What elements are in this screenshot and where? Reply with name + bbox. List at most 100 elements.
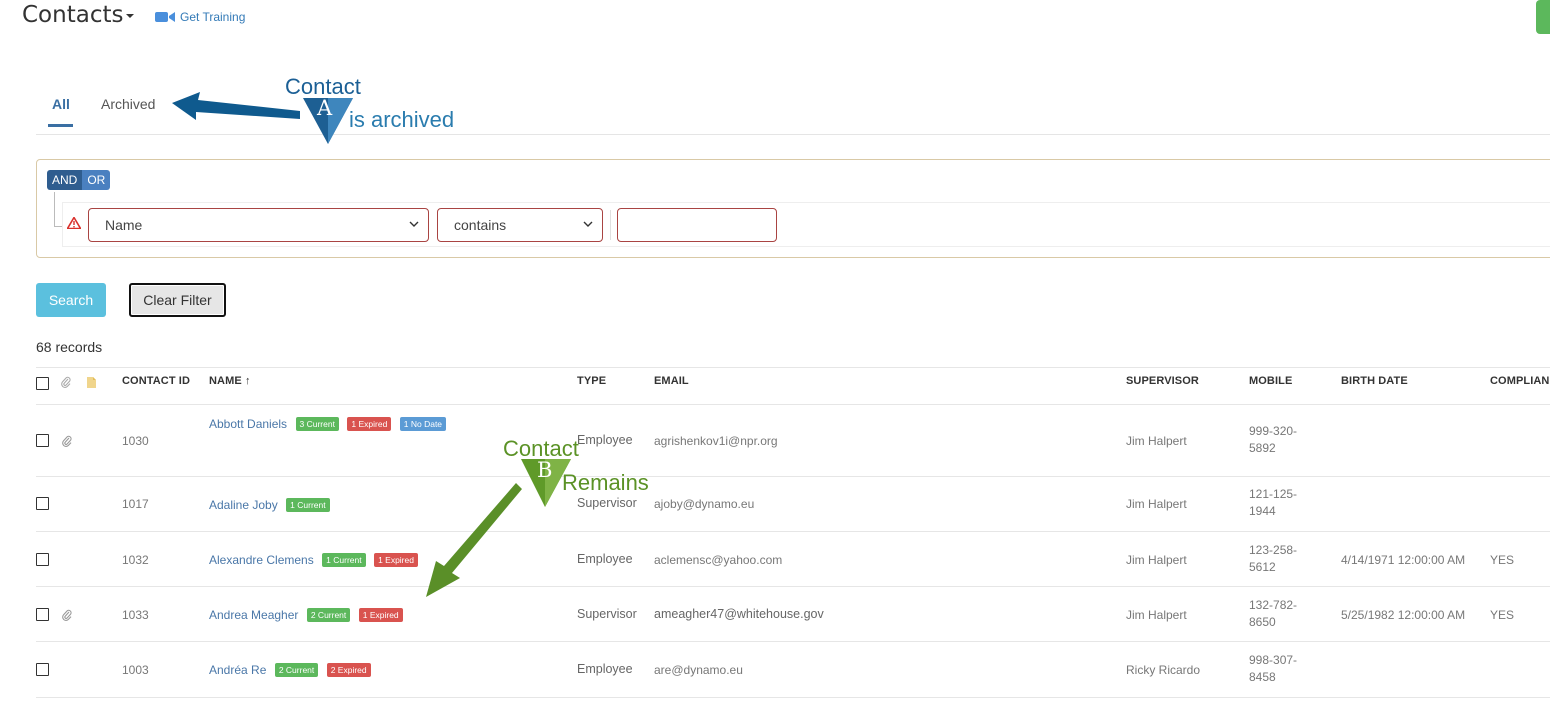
logic-or-button[interactable]: OR xyxy=(82,170,111,190)
badge-no-date: 1 No Date xyxy=(399,417,447,431)
column-header-email[interactable]: EMAIL xyxy=(654,375,689,387)
tab-archived[interactable]: Archived xyxy=(101,96,155,112)
contact-type: Employee xyxy=(577,552,633,566)
mobile-line: 123-258- xyxy=(1249,543,1298,557)
annotation-a-line2: is archived xyxy=(349,107,455,132)
contact-supervisor: Jim Halpert xyxy=(1126,497,1187,511)
badge-current: 3 Current xyxy=(295,417,339,431)
contact-email: aclemensc@yahoo.com xyxy=(654,553,783,567)
filter-value-input[interactable] xyxy=(617,208,777,242)
row-checkbox[interactable] xyxy=(36,608,49,621)
filter-operator-select[interactable]: contains xyxy=(437,208,603,242)
mobile-line: 999-320- xyxy=(1249,424,1298,438)
filter-field-select[interactable]: Name xyxy=(88,208,429,242)
contact-birth-date: 4/14/1971 12:00:00 AM xyxy=(1341,553,1466,567)
row-checkbox[interactable] xyxy=(36,663,49,676)
row-checkbox[interactable] xyxy=(36,553,49,566)
mobile-line: 998-307- xyxy=(1249,653,1298,667)
table-header-border xyxy=(36,404,1550,405)
contact-type: Employee xyxy=(577,433,633,447)
filter-field-value: Name xyxy=(105,217,143,233)
column-header-birth-date[interactable]: BIRTH DATE xyxy=(1341,375,1408,387)
contact-name-cell: Adaline Joby 1 Current xyxy=(209,496,330,514)
row-border xyxy=(36,476,1550,477)
mobile-line: 8458 xyxy=(1249,670,1276,684)
contact-mobile: 121-125- 1944 xyxy=(1249,486,1297,520)
paperclip-icon xyxy=(61,375,71,393)
row-border xyxy=(36,531,1550,532)
contact-name-link[interactable]: Adaline Joby xyxy=(209,498,278,512)
annotation-b-arrow xyxy=(426,483,522,597)
chevron-down-icon xyxy=(409,221,419,227)
contact-compliant: YES xyxy=(1490,608,1515,622)
contact-supervisor: Jim Halpert xyxy=(1126,608,1187,622)
row-checkbox[interactable] xyxy=(36,497,49,510)
contact-email: ameagher47@whitehouse.gov xyxy=(654,607,824,621)
column-header-supervisor[interactable]: SUPERVISOR xyxy=(1126,375,1199,387)
badge-current: 2 Current xyxy=(306,608,351,622)
paperclip-icon[interactable] xyxy=(62,434,72,452)
action-button-edge[interactable] xyxy=(1536,0,1550,34)
contact-name-link[interactable]: Andréa Re xyxy=(209,663,266,677)
contact-id: 1003 xyxy=(122,663,149,677)
contact-type: Employee xyxy=(577,662,633,676)
contact-name-link[interactable]: Alexandre Clemens xyxy=(209,553,314,567)
contact-mobile: 132-782- 8650 xyxy=(1249,597,1297,631)
row-checkbox[interactable] xyxy=(36,434,49,447)
mobile-line: 5892 xyxy=(1249,441,1276,455)
badge-expired: 2 Expired xyxy=(326,663,371,677)
column-header-name[interactable]: NAME ↑ xyxy=(209,375,251,387)
select-all-checkbox[interactable] xyxy=(36,377,49,390)
table-top-border xyxy=(36,367,1550,368)
contact-mobile: 999-320- 5892 xyxy=(1249,423,1297,457)
contact-birth-date: 5/25/1982 12:00:00 AM xyxy=(1341,608,1466,622)
mobile-line: 1944 xyxy=(1249,504,1276,518)
column-header-type[interactable]: TYPE xyxy=(577,375,606,387)
mobile-line: 121-125- xyxy=(1249,487,1298,501)
contact-type: Supervisor xyxy=(577,607,637,621)
video-camera-icon xyxy=(155,11,175,23)
contact-id: 1017 xyxy=(122,497,149,511)
row-border xyxy=(36,697,1550,698)
column-header-contact-id[interactable]: CONTACT ID xyxy=(122,375,190,387)
get-training-link[interactable]: Get Training xyxy=(155,10,245,24)
filter-operator-value: contains xyxy=(454,217,507,233)
contact-email: agrishenkov1i@npr.org xyxy=(654,434,778,448)
contact-name-link[interactable]: Abbott Daniels xyxy=(209,417,287,431)
contact-supervisor: Jim Halpert xyxy=(1126,434,1187,448)
clear-filter-button[interactable]: Clear Filter xyxy=(129,283,226,317)
contact-name-cell: Abbott Daniels 3 Current 1 Expired 1 No … xyxy=(209,415,447,433)
annotation-a-arrow xyxy=(172,92,300,120)
contact-name-link[interactable]: Andrea Meagher xyxy=(209,608,298,622)
badge-current: 2 Current xyxy=(274,663,319,677)
contact-email: ajoby@dynamo.eu xyxy=(654,497,755,511)
contact-mobile: 998-307- 8458 xyxy=(1249,652,1297,686)
search-button[interactable]: Search xyxy=(36,283,106,317)
contact-supervisor: Ricky Ricardo xyxy=(1126,663,1201,677)
paperclip-icon[interactable] xyxy=(62,608,72,626)
tree-connector xyxy=(54,192,55,226)
contact-email: are@dynamo.eu xyxy=(654,663,743,677)
contact-compliant: YES xyxy=(1490,553,1515,567)
logic-and-button[interactable]: AND xyxy=(47,170,83,190)
contact-type: Supervisor xyxy=(577,496,637,510)
active-tab-underline xyxy=(48,124,73,127)
get-training-label: Get Training xyxy=(180,10,246,24)
contact-mobile: 123-258- 5612 xyxy=(1249,542,1297,576)
mobile-line: 132-782- xyxy=(1249,598,1298,612)
column-header-compliant[interactable]: COMPLIAN xyxy=(1490,375,1549,387)
chevron-down-icon xyxy=(583,221,593,227)
annotation-a-letter: A xyxy=(317,96,333,120)
contact-name-cell: Alexandre Clemens 1 Current 1 Expired xyxy=(209,551,418,569)
annotation-b-line2: Remains xyxy=(562,470,649,495)
badge-expired: 1 Expired xyxy=(358,608,403,622)
tab-all[interactable]: All xyxy=(52,96,70,112)
contact-name-cell: Andréa Re 2 Current 2 Expired xyxy=(209,661,371,679)
badge-expired: 1 Expired xyxy=(347,417,392,431)
contact-id: 1032 xyxy=(122,553,149,567)
column-header-mobile[interactable]: MOBILE xyxy=(1249,375,1292,387)
mobile-line: 8650 xyxy=(1249,615,1276,629)
badge-current: 1 Current xyxy=(322,553,366,567)
contact-supervisor: Jim Halpert xyxy=(1126,553,1187,567)
title-chevron-down-icon[interactable] xyxy=(126,14,134,18)
